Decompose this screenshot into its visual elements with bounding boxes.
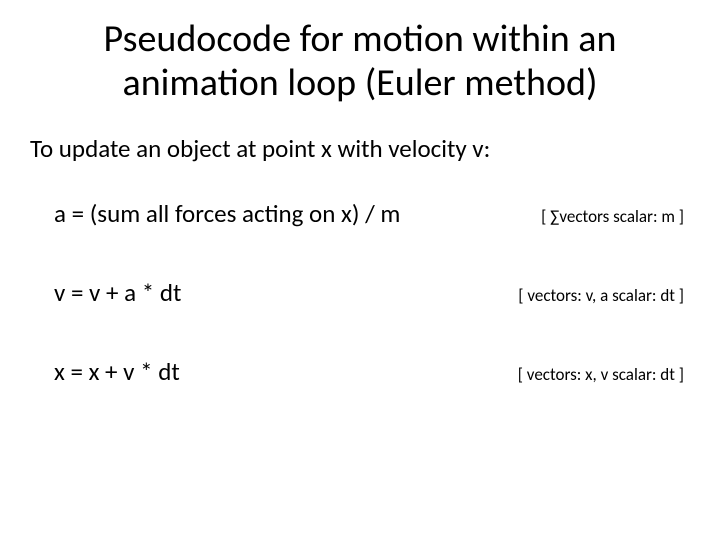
code-annotation: [ vectors: x, v scalar: dt ] xyxy=(518,364,690,385)
intro-text: To update an object at point x with velo… xyxy=(30,133,690,164)
code-line: a = (sum all forces acting on x) / m xyxy=(30,198,400,229)
code-line: v = v + a * dt xyxy=(30,277,181,308)
code-line: x = x + v * dt xyxy=(30,356,180,387)
slide: Pseudocode for motion within an animatio… xyxy=(0,0,720,540)
slide-title: Pseudocode for motion within an animatio… xyxy=(50,18,670,105)
code-row: x = x + v * dt [ vectors: x, v scalar: d… xyxy=(30,356,690,387)
code-annotation: [ ∑vectors scalar: m ] xyxy=(541,206,690,227)
code-row: a = (sum all forces acting on x) / m [ ∑… xyxy=(30,198,690,229)
code-row: v = v + a * dt [ vectors: v, a scalar: d… xyxy=(30,277,690,308)
code-annotation: [ vectors: v, a scalar: dt ] xyxy=(518,285,690,306)
